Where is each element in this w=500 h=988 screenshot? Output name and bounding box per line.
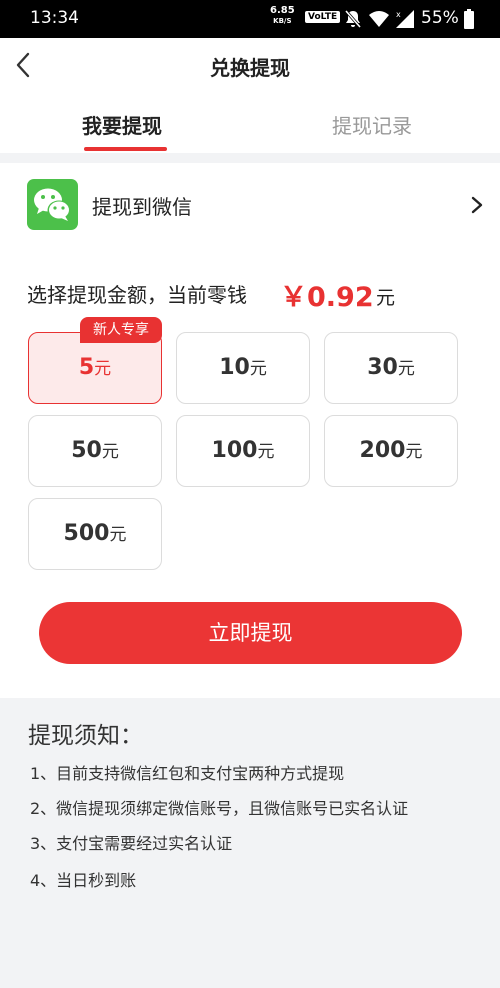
amount-option-unit: 元 <box>249 359 267 379</box>
amount-option-value: 50 <box>71 438 102 463</box>
amount-option-unit: 元 <box>94 359 112 379</box>
withdraw-target-row[interactable]: 提现到微信 <box>0 163 500 245</box>
mute-icon <box>343 9 363 33</box>
amount-option-30[interactable]: 30元 <box>324 332 458 404</box>
withdraw-panel: 提现到微信 选择提现金额，当前零钱 ￥0.92 元 5元 10元 30元 50元… <box>0 163 500 698</box>
amount-option-200[interactable]: 200元 <box>324 415 458 487</box>
amount-option-100[interactable]: 100元 <box>176 415 310 487</box>
tab-withdraw[interactable]: 我要提现 <box>82 110 162 139</box>
tab-records[interactable]: 提现记录 <box>332 110 412 139</box>
header: 兑换提现 我要提现 提现记录 <box>0 38 500 153</box>
balance-unit: 元 <box>376 287 396 309</box>
status-bar: 13:34 6.85 KB/S VoLTE x 55% <box>0 0 500 38</box>
svg-text:x: x <box>396 10 401 19</box>
note-item: 4、当日秒到账 <box>30 871 137 890</box>
amount-option-value: 100 <box>211 438 258 463</box>
amount-option-value: 500 <box>63 521 110 546</box>
amount-option-unit: 元 <box>405 442 423 462</box>
wifi-icon <box>368 9 390 33</box>
note-item: 1、目前支持微信红包和支付宝两种方式提现 <box>30 764 345 783</box>
volte-badge: VoLTE <box>305 11 341 23</box>
withdraw-now-button[interactable]: 立即提现 <box>39 602 462 664</box>
chevron-right-icon <box>470 196 484 218</box>
signal-icon: x <box>394 8 416 34</box>
amount-option-value: 5 <box>78 355 95 380</box>
amount-option-value: 10 <box>219 355 250 380</box>
amount-option-unit: 元 <box>101 442 119 462</box>
page-title: 兑换提现 <box>210 56 290 80</box>
note-item: 2、微信提现须绑定微信账号，且微信账号已实名认证 <box>30 799 409 818</box>
status-time: 13:34 <box>30 8 79 28</box>
amount-option-unit: 元 <box>257 442 275 462</box>
note-item: 3、支付宝需要经过实名认证 <box>30 834 233 853</box>
battery-percentage: 55% <box>421 8 459 28</box>
withdraw-target-label: 提现到微信 <box>92 195 192 219</box>
new-user-badge: 新人专享 <box>80 317 162 343</box>
amount-prompt: 选择提现金额，当前零钱 <box>27 283 247 307</box>
net-speed-unit: KB/S <box>273 17 292 25</box>
amount-option-value: 200 <box>359 438 406 463</box>
amount-option-10[interactable]: 10元 <box>176 332 310 404</box>
amount-option-value: 30 <box>367 355 398 380</box>
active-tab-indicator <box>84 147 167 151</box>
net-speed-indicator: 6.85 KB/S <box>270 6 295 26</box>
net-speed-value: 6.85 <box>270 5 295 16</box>
amount-option-unit: 元 <box>397 359 415 379</box>
amount-option-500[interactable]: 500元 <box>28 498 162 570</box>
amount-option-50[interactable]: 50元 <box>28 415 162 487</box>
battery-icon <box>464 9 474 33</box>
notes-title: 提现须知： <box>28 723 143 749</box>
amount-option-unit: 元 <box>109 525 127 545</box>
balance-value: ￥0.92 <box>280 282 374 313</box>
wechat-icon <box>27 179 78 230</box>
